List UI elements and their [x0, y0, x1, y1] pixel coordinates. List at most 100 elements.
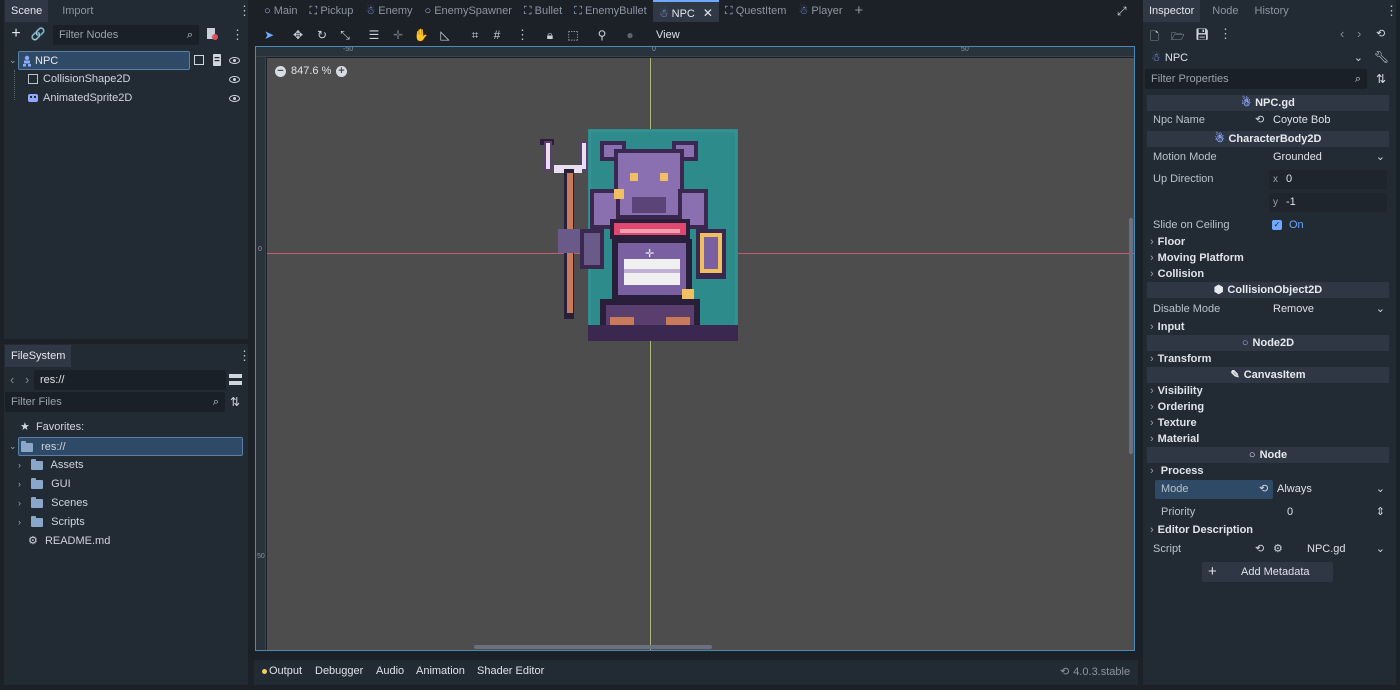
prop-script[interactable]: Script ⟲ ⚙ NPC.gd ⌄ — [1147, 540, 1389, 558]
pivot-tool-icon[interactable]: ✛ — [388, 26, 408, 44]
group-visibility[interactable]: Visibility — [1150, 383, 1203, 399]
revert-icon[interactable]: ⟲ — [1259, 480, 1268, 498]
group-input[interactable]: Input — [1150, 319, 1185, 335]
filter-properties-input[interactable]: Filter Properties ⌕ — [1145, 69, 1367, 89]
property-settings-icon[interactable]: ⇅ — [1376, 72, 1386, 86]
link-icon[interactable]: 🔗 — [30, 27, 46, 41]
section-node2d[interactable]: ○ Node2D — [1147, 335, 1389, 351]
add-node-icon[interactable]: + — [8, 25, 24, 43]
ruler-tool-icon[interactable]: ◺ — [435, 26, 455, 44]
zoom-in-icon[interactable]: + — [336, 66, 347, 77]
filesystem-menu-icon[interactable]: ⋮ — [238, 346, 251, 366]
rotate-tool-icon[interactable]: ↻ — [312, 26, 332, 44]
filter-files-input[interactable]: Filter Files ⌕ — [5, 392, 225, 412]
list-select-icon[interactable]: ☰ — [364, 26, 384, 44]
vertical-scrollbar[interactable] — [1129, 218, 1133, 454]
smart-snap-icon[interactable]: ⌗ — [465, 26, 485, 44]
tab-history[interactable]: History — [1249, 0, 1295, 22]
path-field[interactable]: res:// — [34, 370, 226, 390]
fs-folder-scripts[interactable]: › Scripts — [18, 513, 85, 532]
tree-item-animatedsprite[interactable]: AnimatedSprite2D — [26, 89, 226, 108]
add-tab-icon[interactable]: + — [849, 0, 870, 22]
add-metadata-button[interactable]: + Add Metadata — [1202, 562, 1333, 582]
group-transform[interactable]: Transform — [1150, 351, 1212, 367]
section-collisionobject2d[interactable]: ⬢ CollisionObject2D — [1147, 282, 1389, 298]
group-editor-description[interactable]: Editor Description — [1150, 522, 1253, 538]
script-icon[interactable] — [212, 54, 222, 69]
tab-pickup[interactable]: ⛶ Pickup — [304, 0, 360, 22]
group-floor[interactable]: Floor — [1150, 234, 1186, 250]
forward-arrow-icon[interactable]: › — [25, 372, 29, 387]
visibility-eye-icon[interactable] — [229, 95, 240, 102]
new-resource-icon[interactable]: 🗋 — [1150, 28, 1159, 47]
resource-menu-icon[interactable]: ⋮ — [1219, 24, 1232, 44]
group-texture[interactable]: Texture — [1150, 415, 1197, 431]
distraction-free-icon[interactable]: ⤢ — [1117, 4, 1127, 19]
fs-file-readme[interactable]: ⚙ README.md — [28, 532, 110, 551]
tab-questitem[interactable]: ⛶ QuestItem — [719, 0, 793, 22]
fs-folder-assets[interactable]: › Assets — [18, 456, 84, 475]
section-npc-script[interactable]: ☃ NPC.gd — [1147, 95, 1389, 111]
history-forward-icon[interactable]: › — [1357, 26, 1361, 41]
tab-inspector[interactable]: Inspector — [1143, 0, 1201, 22]
back-arrow-icon[interactable]: ‹ — [10, 372, 14, 387]
snap-options-icon[interactable]: ⋮ — [516, 25, 529, 45]
horizontal-scrollbar[interactable] — [474, 645, 712, 649]
bottom-tab-audio[interactable]: Audio — [376, 665, 404, 677]
pan-tool-icon[interactable]: ✋ — [411, 26, 431, 44]
object-selector[interactable]: ☃ NPC ⌄ — [1145, 48, 1367, 68]
group-ordering[interactable]: Ordering — [1150, 399, 1204, 415]
zoom-out-icon[interactable]: − — [275, 66, 286, 77]
tab-import[interactable]: Import — [56, 0, 99, 22]
chevron-down-icon[interactable]: ⌄ — [9, 441, 19, 452]
scene-dock-menu-icon[interactable]: ⋮ — [238, 1, 251, 21]
prop-slide-on-ceiling[interactable]: Slide on Ceiling ✓ On — [1147, 216, 1389, 234]
tab-main[interactable]: ○ Main — [258, 0, 304, 22]
section-canvasitem[interactable]: ✎ CanvasItem — [1147, 367, 1389, 383]
visibility-eye-icon[interactable] — [229, 76, 240, 83]
prop-npc-name[interactable]: Npc Name ⟲ Coyote Bob — [1147, 111, 1389, 129]
filter-nodes-input[interactable]: Filter Nodes ⌕ — [53, 25, 199, 45]
prop-motion-mode[interactable]: Motion Mode Grounded ⌄ — [1147, 148, 1389, 166]
prop-disable-mode[interactable]: Disable Mode Remove ⌄ — [1147, 300, 1389, 318]
lock-icon[interactable]: 🔒︎ — [540, 26, 560, 44]
inspector-menu-icon[interactable]: ⋮ — [1385, 1, 1398, 21]
close-icon[interactable]: ✕ — [703, 6, 713, 20]
history-back-icon[interactable]: ‹ — [1340, 26, 1344, 41]
prop-process-mode[interactable]: Mode ⟲ Always ⌄ — [1147, 480, 1389, 498]
scene-instance-icon[interactable] — [194, 55, 204, 65]
sort-icon[interactable]: ⇅ — [230, 395, 240, 409]
tab-player[interactable]: ☃ Player — [792, 0, 848, 22]
scale-tool-icon[interactable]: ⤡ — [335, 26, 355, 44]
favorites-label[interactable]: ★ Favorites: — [20, 418, 84, 437]
group-collision[interactable]: Collision — [1150, 266, 1204, 282]
group-material[interactable]: Material — [1150, 431, 1200, 447]
tab-npc[interactable]: ☃ NPC ✕ — [652, 0, 719, 22]
fs-root-item[interactable]: res:// — [18, 437, 243, 456]
zoom-level-label[interactable]: 847.6 % — [291, 65, 331, 77]
revert-icon[interactable]: ⟲ — [1255, 111, 1264, 129]
tab-enemyspawner[interactable]: ○ EnemySpawner — [419, 0, 518, 22]
script-attach-icon[interactable] — [205, 27, 219, 41]
split-view-icon[interactable] — [229, 374, 242, 385]
fs-folder-gui[interactable]: › GUI — [18, 475, 71, 494]
hide-icon[interactable]: ● — [620, 26, 640, 44]
visibility-eye-icon[interactable] — [229, 57, 240, 64]
checkbox-checked[interactable]: ✓ — [1272, 220, 1282, 230]
grid-snap-icon[interactable]: # — [487, 26, 507, 44]
group-process[interactable]: Process — [1150, 463, 1204, 479]
save-icon[interactable]: 💾︎ — [1195, 28, 1209, 41]
canvas-viewport[interactable]: ✛ — [267, 58, 1134, 650]
tab-enemybullet[interactable]: ⛶ EnemyBullet — [568, 0, 653, 22]
bone-icon[interactable]: ⚲ — [592, 26, 612, 44]
prop-process-priority[interactable]: Priority 0 ⇕ — [1147, 503, 1389, 521]
chevron-down-icon[interactable]: ⌄ — [9, 55, 19, 66]
section-characterbody2d[interactable]: ☃ CharacterBody2D — [1147, 131, 1389, 147]
tab-filesystem[interactable]: FileSystem — [5, 345, 72, 367]
bottom-tab-shader-editor[interactable]: Shader Editor — [477, 665, 544, 677]
npc-sprite[interactable] — [540, 129, 742, 341]
up-direction-x-field[interactable]: x 0 — [1269, 170, 1387, 189]
object-props-icon[interactable]: 🔧︎ — [1374, 50, 1389, 64]
tree-item-collisionshape[interactable]: CollisionShape2D — [26, 70, 226, 89]
group-icon[interactable]: ⬚ — [563, 26, 583, 44]
